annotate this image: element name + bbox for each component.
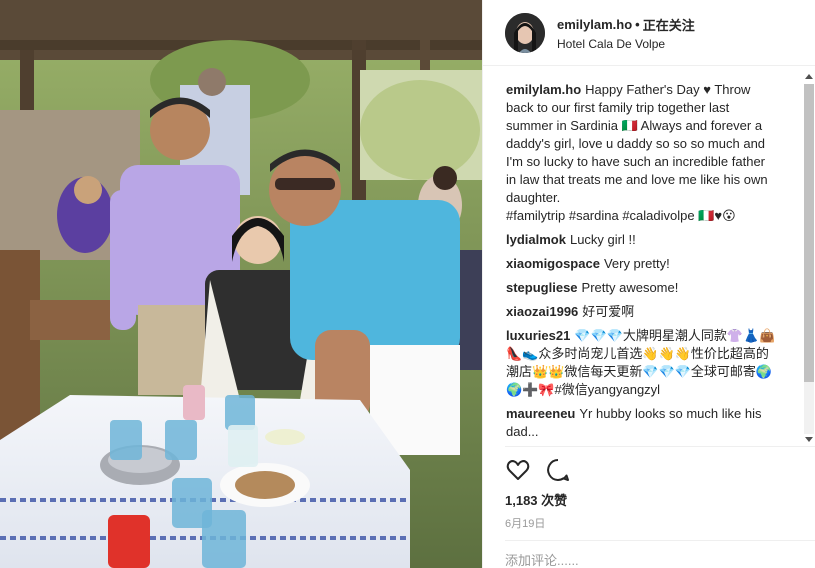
comment-text: Pretty awesome!: [581, 280, 679, 295]
comment-item: luxuries21 💎💎💎大牌明星潮人同款👚👗👜👠👟众多时尚宠儿首选👋👋👋性价比…: [506, 327, 778, 399]
comment-username-link[interactable]: xiaozai1996: [506, 304, 578, 319]
comment-username-link[interactable]: maureeneu: [506, 406, 575, 421]
header-line: emilylam.ho • 正在关注: [557, 15, 695, 34]
scrollbar-thumb[interactable]: [804, 84, 814, 382]
post-date[interactable]: 6月19日: [505, 515, 545, 531]
post-photo-illustration: [0, 0, 482, 568]
post-details-panel: emilylam.ho • 正在关注 Hotel Cala De Volpe e…: [482, 0, 815, 568]
comments-list[interactable]: emilylam.ho Happy Father's Day ♥ Throw ba…: [483, 67, 801, 440]
comment-item: xiaomigospace Very pretty!: [506, 255, 778, 273]
scroll-up-arrow-icon[interactable]: [805, 74, 813, 79]
post-header: emilylam.ho • 正在关注 Hotel Cala De Volpe: [483, 0, 815, 66]
comment-item: stepugliese Pretty awesome!: [506, 279, 778, 297]
caption-username-link[interactable]: emilylam.ho: [506, 82, 581, 97]
comment-item: maureeneu Yr hubby looks so much like his…: [506, 405, 778, 439]
post-actions: [505, 457, 571, 483]
speech-bubble-icon[interactable]: [545, 457, 571, 483]
location-link[interactable]: Hotel Cala De Volpe: [557, 37, 695, 51]
comment-username-link[interactable]: stepugliese: [506, 280, 578, 295]
likes-count[interactable]: 1,183 次赞: [505, 490, 567, 509]
scroll-down-arrow-icon[interactable]: [805, 437, 813, 442]
comment-username-link[interactable]: xiaomigospace: [506, 256, 600, 271]
comment-username-link[interactable]: lydialmok: [506, 232, 566, 247]
header-text: emilylam.ho • 正在关注 Hotel Cala De Volpe: [557, 15, 695, 51]
caption-hashtags[interactable]: #familytrip #sardina #caladivolpe 🇮🇹♥😮: [506, 207, 778, 225]
comment-username-link[interactable]: luxuries21: [506, 328, 570, 343]
add-comment-area: [505, 540, 815, 568]
heart-outline-icon[interactable]: [505, 457, 531, 483]
comment-text: Lucky girl !!: [569, 232, 636, 247]
post-photo[interactable]: [0, 0, 482, 568]
comments-scrollbar[interactable]: [802, 72, 815, 444]
caption-text: Happy Father's Day ♥ Throw back to our f…: [506, 82, 768, 205]
actions-divider: [505, 446, 815, 447]
comment-text: 好可爱啊: [582, 304, 635, 319]
header-separator: •: [635, 16, 640, 32]
add-comment-input[interactable]: [505, 553, 785, 568]
comment-item: lydialmok Lucky girl !!: [506, 231, 778, 249]
follow-status-button[interactable]: 正在关注: [643, 15, 695, 34]
avatar[interactable]: [505, 12, 545, 53]
avatar-image: [505, 12, 545, 53]
header-username-link[interactable]: emilylam.ho: [557, 17, 632, 32]
comment-item: xiaozai1996 好可爱啊: [506, 303, 778, 321]
comment-text: Very pretty!: [603, 256, 670, 271]
post-caption: emilylam.ho Happy Father's Day ♥ Throw ba…: [506, 81, 778, 225]
